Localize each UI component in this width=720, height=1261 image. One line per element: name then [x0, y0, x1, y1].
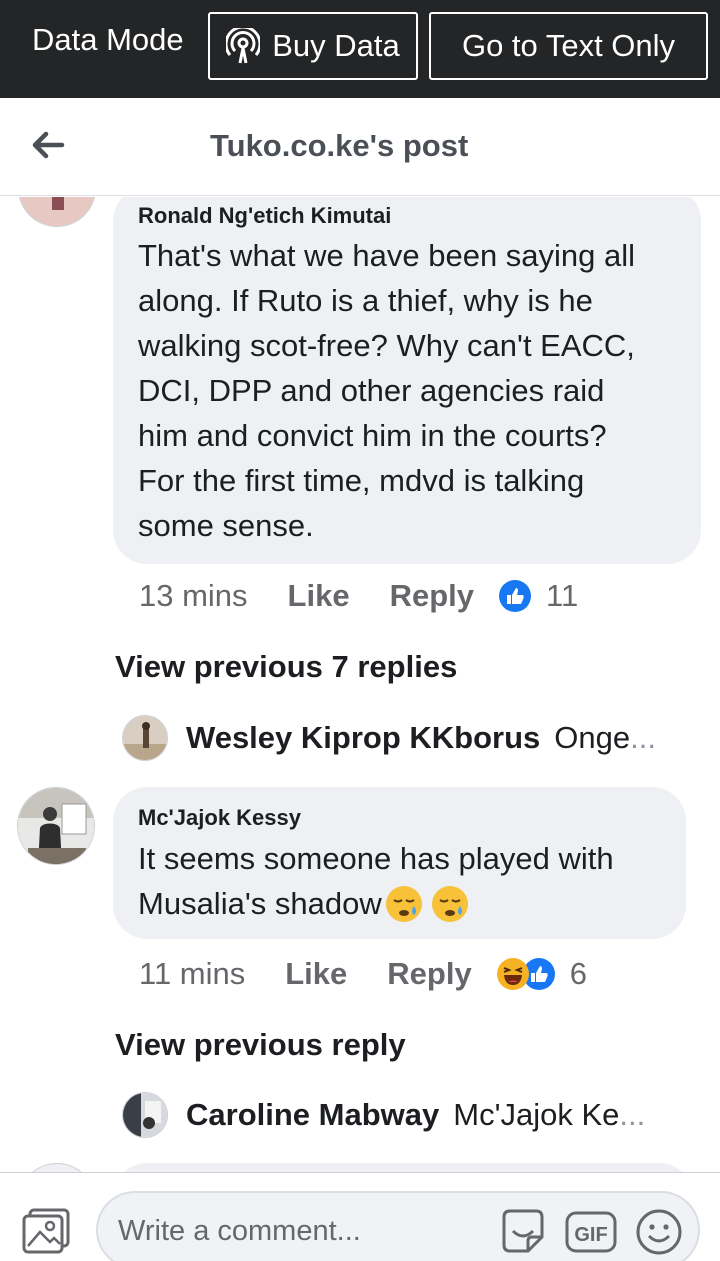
reaction-summary[interactable]: 6 — [496, 956, 587, 992]
comment-line: DCI, DPP and other agencies raid — [138, 373, 605, 408]
emoji-icon[interactable] — [634, 1207, 684, 1257]
comment-composer: Write a comment... GIF — [0, 1172, 720, 1261]
latest-reply-preview[interactable]: Wesley Kiprop KKborus Onge... — [122, 715, 656, 761]
comment-line: It seems someone has played with — [138, 841, 614, 876]
reply-ellipsis: ... — [619, 1097, 646, 1132]
comment-input[interactable]: Write a comment... GIF — [96, 1191, 700, 1261]
crying-emoji-icon — [385, 885, 422, 922]
comment-line: Musalia's shadow — [138, 886, 382, 921]
buy-data-label: Buy Data — [272, 28, 400, 63]
buy-data-button[interactable]: Buy Data — [208, 12, 418, 80]
data-mode-bar: Data Mode Buy Data Go to Text Only — [0, 0, 720, 98]
text-only-button[interactable]: Go to Text Only — [429, 12, 708, 80]
comment-input-placeholder: Write a comment... — [118, 1215, 361, 1247]
text-only-label: Go to Text Only — [461, 28, 676, 63]
commenter-avatar[interactable] — [18, 197, 96, 227]
data-mode-label: Data Mode — [32, 22, 184, 57]
comment-line: walking scot-free? Why can't EACC, — [138, 328, 635, 363]
reply-avatar — [122, 1092, 168, 1138]
comments-list: Ronald Ng'etich Kimutai That's what we h… — [0, 197, 720, 1172]
commenter-avatar[interactable] — [17, 787, 95, 865]
crying-emoji-icon — [431, 885, 468, 922]
comment-bubble — [113, 1163, 693, 1172]
comment-line-with-emoji: Musalia's shadow — [138, 881, 614, 926]
sticker-icon[interactable] — [498, 1207, 548, 1257]
reply-snippet: Onge — [554, 720, 631, 755]
latest-reply-preview[interactable]: Caroline Mabway Mc'Jajok Ke... — [122, 1092, 645, 1138]
comment-author[interactable]: Ronald Ng'etich Kimutai — [138, 203, 391, 229]
haha-reaction-icon — [496, 958, 529, 990]
reply-ellipsis: ... — [630, 720, 656, 755]
photo-icon[interactable] — [20, 1204, 72, 1256]
reply-button[interactable]: Reply — [390, 578, 474, 614]
like-button[interactable]: Like — [288, 578, 350, 614]
gif-icon[interactable]: GIF — [564, 1207, 618, 1257]
comment-meta: 13 mins Like Reply 11 — [139, 578, 578, 614]
reply-button[interactable]: Reply — [387, 956, 471, 992]
comment-line: For the first time, mdvd is talking — [138, 463, 585, 498]
post-header: Tuko.co.ke's post — [0, 98, 720, 196]
comment-text: That's what we have been saying all alon… — [138, 233, 635, 548]
reaction-summary[interactable]: 11 — [498, 578, 578, 614]
comment-line: him and convict him in the courts? — [138, 418, 607, 453]
comment-line: some sense. — [138, 508, 314, 543]
comment-time: 13 mins — [139, 578, 248, 613]
like-button[interactable]: Like — [285, 956, 347, 992]
reply-author: Caroline Mabway — [186, 1097, 440, 1132]
reply-author: Wesley Kiprop KKborus — [186, 720, 541, 755]
view-previous-replies-link[interactable]: View previous 7 replies — [115, 649, 457, 685]
broadcast-icon — [226, 28, 261, 64]
reply-avatar — [122, 715, 168, 761]
comment-line: That's what we have been saying all — [138, 238, 636, 273]
commenter-avatar[interactable] — [18, 1163, 96, 1172]
comment-text: It seems someone has played with Musalia… — [138, 836, 614, 926]
view-previous-replies-link[interactable]: View previous reply — [115, 1027, 406, 1063]
gif-label: GIF — [574, 1224, 607, 1246]
reaction-count: 11 — [546, 578, 579, 613]
comment-line: along. If Ruto is a thief, why is he — [138, 283, 593, 318]
comment-time: 11 mins — [139, 956, 246, 991]
comment-meta: 11 mins Like Reply 6 — [139, 956, 587, 992]
like-reaction-icon — [499, 580, 531, 612]
reply-snippet: Mc'Jajok Ke — [453, 1097, 620, 1132]
reaction-count: 6 — [569, 956, 587, 991]
page-title: Tuko.co.ke's post — [210, 128, 469, 163]
comment-author[interactable]: Mc'Jajok Kessy — [138, 805, 301, 831]
back-arrow-icon[interactable] — [28, 125, 68, 165]
